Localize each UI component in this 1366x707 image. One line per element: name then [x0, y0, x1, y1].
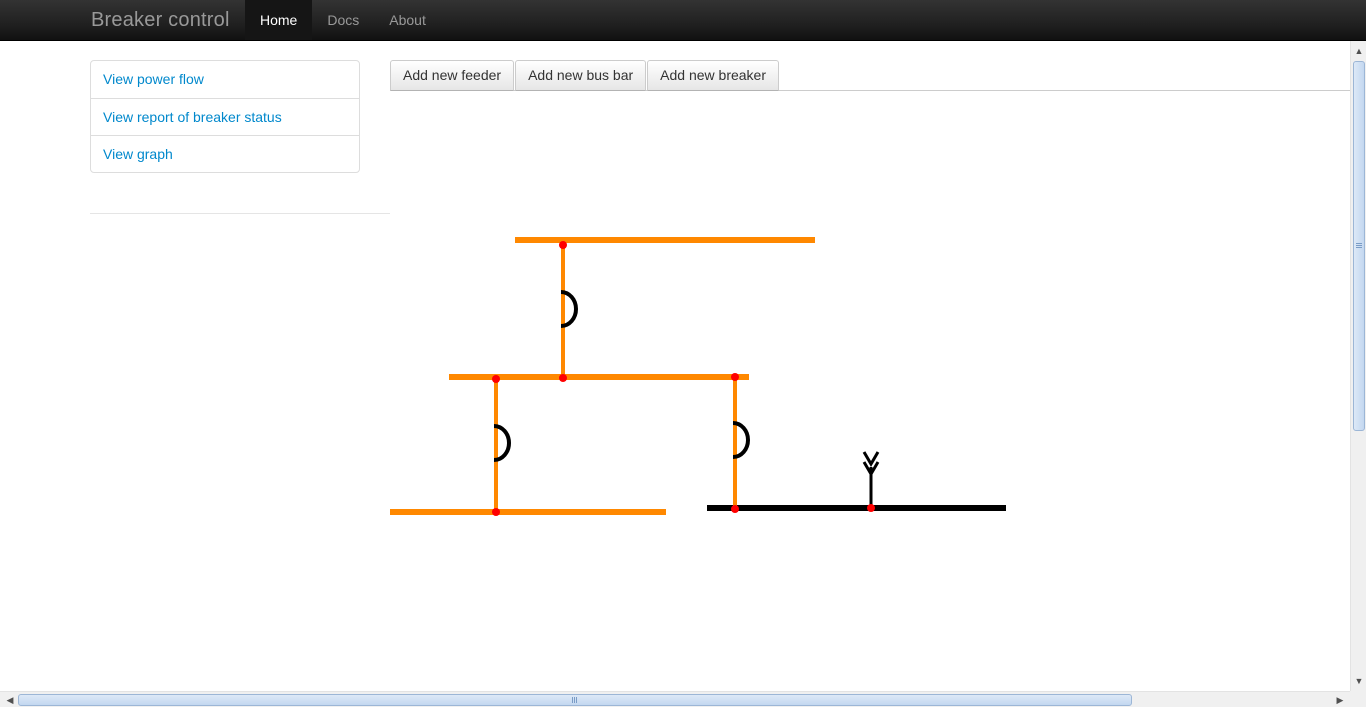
connection-node[interactable] [867, 504, 875, 512]
horizontal-scrollbar[interactable]: ◀ ▶ [0, 691, 1350, 707]
connection-node[interactable] [492, 375, 500, 383]
scroll-left-icon[interactable]: ◀ [2, 692, 18, 707]
scroll-right-icon[interactable]: ▶ [1332, 692, 1348, 707]
connection-node[interactable] [559, 241, 567, 249]
connection-node[interactable] [731, 373, 739, 381]
vertical-scroll-thumb[interactable] [1353, 61, 1365, 431]
vertical-scrollbar[interactable]: ▲ ▼ [1350, 41, 1366, 691]
scroll-up-icon[interactable]: ▲ [1351, 43, 1366, 59]
scroll-down-icon[interactable]: ▼ [1351, 673, 1366, 689]
single-line-diagram [390, 237, 1006, 516]
connection-node[interactable] [731, 505, 739, 513]
scrollbar-corner [1350, 691, 1366, 707]
feeder-icon[interactable] [862, 451, 880, 508]
connection-node[interactable] [559, 374, 567, 382]
connection-node[interactable] [492, 508, 500, 516]
horizontal-scroll-thumb[interactable] [18, 694, 1132, 706]
